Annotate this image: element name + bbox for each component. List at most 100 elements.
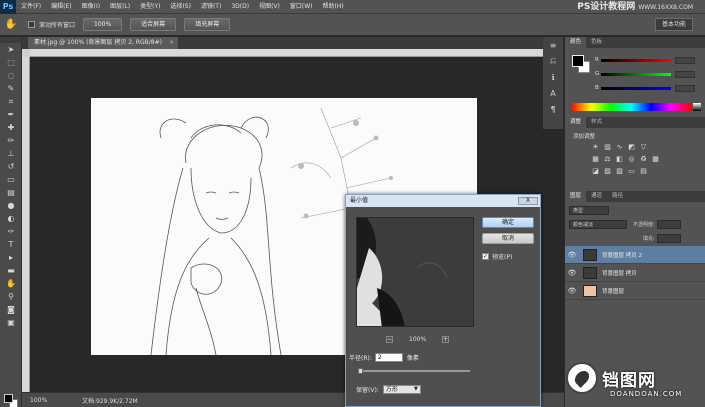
shape-tool-icon[interactable]: ▬ xyxy=(0,264,22,277)
visibility-eye-icon[interactable]: 👁 xyxy=(565,287,579,295)
layer-row[interactable]: 👁 背景图层 拷贝 2 xyxy=(565,246,705,264)
crop-tool-icon[interactable]: ⌗ xyxy=(0,95,22,108)
blue-value[interactable] xyxy=(675,84,695,92)
tab-channels[interactable]: 通道 xyxy=(586,191,607,202)
opacity-input[interactable] xyxy=(656,219,681,229)
document-info[interactable]: 文档:929.9K/2.72M xyxy=(82,396,138,405)
tab-layers[interactable]: 图层 xyxy=(565,191,587,202)
path-select-tool-icon[interactable]: ▸ xyxy=(0,251,22,264)
blur-tool-icon[interactable]: ● xyxy=(0,199,22,212)
black-white-icon[interactable]: ◧ xyxy=(615,155,624,164)
spectrum-bw[interactable] xyxy=(693,103,701,111)
zoom-out-button[interactable]: − xyxy=(386,336,393,343)
layer-row[interactable]: 👁 背景图层 拷贝 xyxy=(565,264,705,282)
hand-tool-icon[interactable]: ✋ xyxy=(4,18,18,32)
photo-filter-icon[interactable]: ◎ xyxy=(627,155,636,164)
eyedropper-tool-icon[interactable]: ✒ xyxy=(0,108,22,121)
green-value[interactable] xyxy=(675,70,695,78)
radius-slider-track[interactable] xyxy=(358,370,470,372)
hue-saturation-icon[interactable]: ▦ xyxy=(591,155,600,164)
foreground-color-swatch[interactable] xyxy=(4,394,13,403)
pen-tool-icon[interactable]: ✑ xyxy=(0,225,22,238)
blend-mode-select[interactable]: 颜色减淡 xyxy=(569,219,627,229)
preview-checkbox[interactable]: ✓ xyxy=(482,253,489,260)
brightness-icon[interactable]: ☀ xyxy=(591,143,600,152)
visibility-eye-icon[interactable]: 👁 xyxy=(565,269,579,277)
invert-icon[interactable]: ◪ xyxy=(591,167,600,176)
zoom-in-button[interactable]: + xyxy=(442,336,450,343)
menu-file[interactable]: 文件(F) xyxy=(16,0,46,14)
brush-tool-icon[interactable]: ✏ xyxy=(0,134,22,147)
screen-mode-icon[interactable]: ▣ xyxy=(0,316,22,329)
cancel-button[interactable]: 取消 xyxy=(482,233,534,244)
color-lookup-icon[interactable]: ▦ xyxy=(651,155,660,164)
healing-tool-icon[interactable]: ✚ xyxy=(0,121,22,134)
blue-bar[interactable] xyxy=(601,86,671,90)
properties-icon[interactable]: ℹ xyxy=(543,69,563,85)
move-tool-icon[interactable]: ➤ xyxy=(0,43,22,56)
blue-slider[interactable]: B xyxy=(595,84,705,92)
layer-row[interactable]: 👁 背景图层 xyxy=(565,282,705,300)
levels-icon[interactable]: ▥ xyxy=(603,143,612,152)
vertical-ruler[interactable] xyxy=(22,57,30,392)
quick-mask-icon[interactable]: ◙ xyxy=(0,303,22,316)
dialog-close-button[interactable]: X xyxy=(518,197,538,205)
selective-color-icon[interactable]: ▤ xyxy=(639,167,648,176)
marquee-tool-icon[interactable]: ⬚ xyxy=(0,56,22,69)
history-brush-tool-icon[interactable]: ↺ xyxy=(0,160,22,173)
threshold-icon[interactable]: ▧ xyxy=(615,167,624,176)
red-value[interactable] xyxy=(675,56,695,64)
menu-edit[interactable]: 编辑(E) xyxy=(46,0,76,14)
dialog-titlebar[interactable]: 最小值 X xyxy=(346,195,540,207)
hand-tool-icon[interactable]: ✋ xyxy=(0,277,22,290)
menu-window[interactable]: 窗口(W) xyxy=(285,0,318,14)
color-spectrum[interactable] xyxy=(571,103,691,111)
green-slider[interactable]: G xyxy=(595,70,705,78)
document-tab[interactable]: 素材.jpg @ 100% (背景图层 拷贝 2, RGB/8#) × xyxy=(28,37,178,49)
dodge-tool-icon[interactable]: ◐ xyxy=(0,212,22,225)
eraser-tool-icon[interactable]: ▭ xyxy=(0,173,22,186)
red-bar[interactable] xyxy=(601,58,671,62)
tab-color[interactable]: 颜色 xyxy=(565,37,587,48)
menu-layer[interactable]: 图层(L) xyxy=(105,0,135,14)
posterize-icon[interactable]: ▨ xyxy=(603,167,612,176)
menu-view[interactable]: 视图(V) xyxy=(254,0,285,14)
filter-preview[interactable] xyxy=(356,217,474,327)
scroll-all-windows-checkbox[interactable] xyxy=(28,21,35,28)
tab-swatches[interactable]: 色板 xyxy=(586,37,607,48)
green-bar[interactable] xyxy=(601,72,671,76)
paragraph-icon[interactable]: ¶ xyxy=(543,101,563,117)
zoom-100-button[interactable]: 100% xyxy=(83,18,123,31)
preserve-select[interactable]: 方形 ▼ xyxy=(382,385,421,394)
dock-grip-icon[interactable]: ≡ xyxy=(543,37,563,53)
gradient-tool-icon[interactable]: ▤ xyxy=(0,186,22,199)
preview-toggle[interactable]: ✓ 预览(P) xyxy=(482,252,512,261)
gradient-map-icon[interactable]: ▭ xyxy=(627,167,636,176)
character-icon[interactable]: A xyxy=(543,85,563,101)
color-balance-icon[interactable]: ⚖ xyxy=(603,155,612,164)
tab-styles[interactable]: 样式 xyxy=(586,117,607,128)
zoom-tool-icon[interactable]: ⚲ xyxy=(0,290,22,303)
fill-input[interactable] xyxy=(656,233,681,243)
workspace-switcher[interactable]: 基本功能 xyxy=(654,18,693,31)
visibility-eye-icon[interactable]: 👁 xyxy=(565,251,579,259)
quick-select-tool-icon[interactable]: ✎ xyxy=(0,82,22,95)
exposure-icon[interactable]: ◩ xyxy=(627,143,636,152)
clone-stamp-tool-icon[interactable]: ⊥ xyxy=(0,147,22,160)
ruler-corner[interactable] xyxy=(22,49,30,57)
history-icon[interactable]: ⎌ xyxy=(543,53,563,69)
menu-select[interactable]: 选择(S) xyxy=(165,0,196,14)
channel-mixer-icon[interactable]: ♻ xyxy=(639,155,648,164)
horizontal-ruler[interactable] xyxy=(30,49,564,57)
red-slider[interactable]: R xyxy=(595,56,705,64)
tab-adjustments[interactable]: 调整 xyxy=(565,117,587,128)
curves-icon[interactable]: ∿ xyxy=(615,143,624,152)
zoom-level[interactable]: 100% xyxy=(30,397,70,404)
lasso-tool-icon[interactable]: ◌ xyxy=(0,69,22,82)
menu-image[interactable]: 图像(I) xyxy=(77,0,105,14)
panel-foreground-swatch[interactable] xyxy=(572,55,584,67)
ok-button[interactable]: 确定 xyxy=(482,217,534,228)
radius-input[interactable]: 2 xyxy=(374,353,403,362)
layer-kind-filter[interactable]: 类型 xyxy=(569,205,609,215)
fill-screen-button[interactable]: 填充屏幕 xyxy=(184,18,231,31)
